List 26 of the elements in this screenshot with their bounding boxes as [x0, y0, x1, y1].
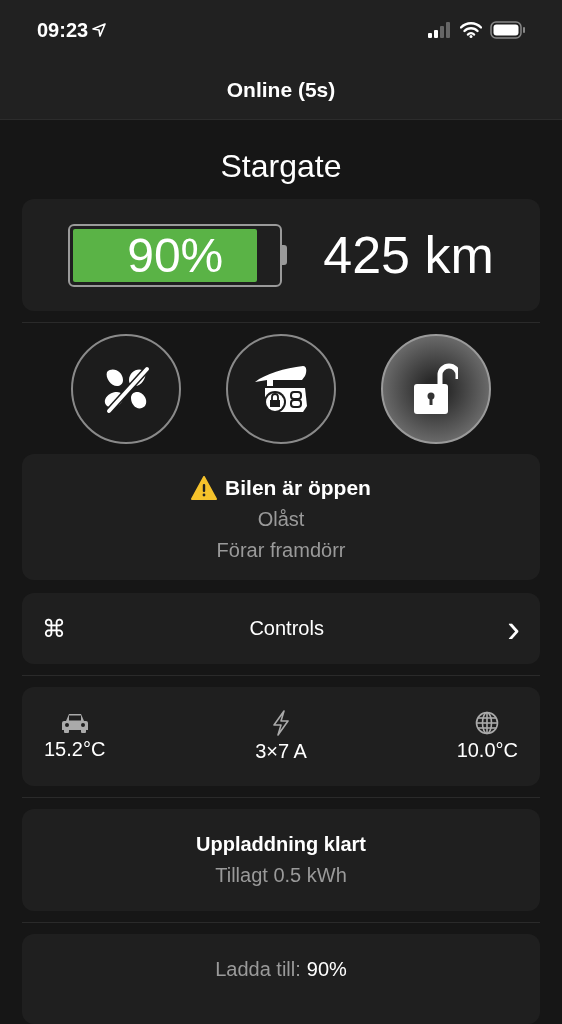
- battery-percent: 90%: [127, 227, 224, 283]
- alert-detail: Förar framdörr: [216, 539, 346, 562]
- vehicle-name: Stargate: [219, 148, 343, 185]
- alert-title: Bilen är öppen: [225, 476, 371, 500]
- lightning-icon: [272, 710, 290, 736]
- status-time: 09:23: [37, 18, 89, 42]
- charge-limit-value: 90%: [306, 958, 347, 982]
- signal-icon: [428, 22, 452, 38]
- charging-title: Uppladdning klart: [196, 833, 366, 856]
- location-arrow-icon: [92, 23, 107, 37]
- warning-icon: [191, 476, 218, 500]
- globe-icon: [475, 711, 500, 735]
- charging-detail: Tillagt 0.5 kWh: [215, 864, 347, 887]
- nav-title: Online (5s): [226, 77, 336, 102]
- car-icon: [60, 712, 89, 734]
- battery-icon: [490, 21, 526, 39]
- padlock-open-icon: [413, 363, 458, 415]
- reading-value: 15.2°C: [44, 738, 106, 761]
- alert-detail: Olåst: [257, 508, 305, 531]
- reading-value: 10.0°C: [456, 739, 518, 762]
- car-hood-lock-icon: [253, 364, 309, 414]
- reading-value: 3×7 A: [255, 740, 307, 763]
- charge-limit-label: Ladda till:: [215, 958, 301, 982]
- wifi-icon: [460, 22, 482, 38]
- controls-row[interactable]: ⌘ Controls ›: [22, 593, 540, 664]
- range-value: 425 km: [323, 225, 494, 285]
